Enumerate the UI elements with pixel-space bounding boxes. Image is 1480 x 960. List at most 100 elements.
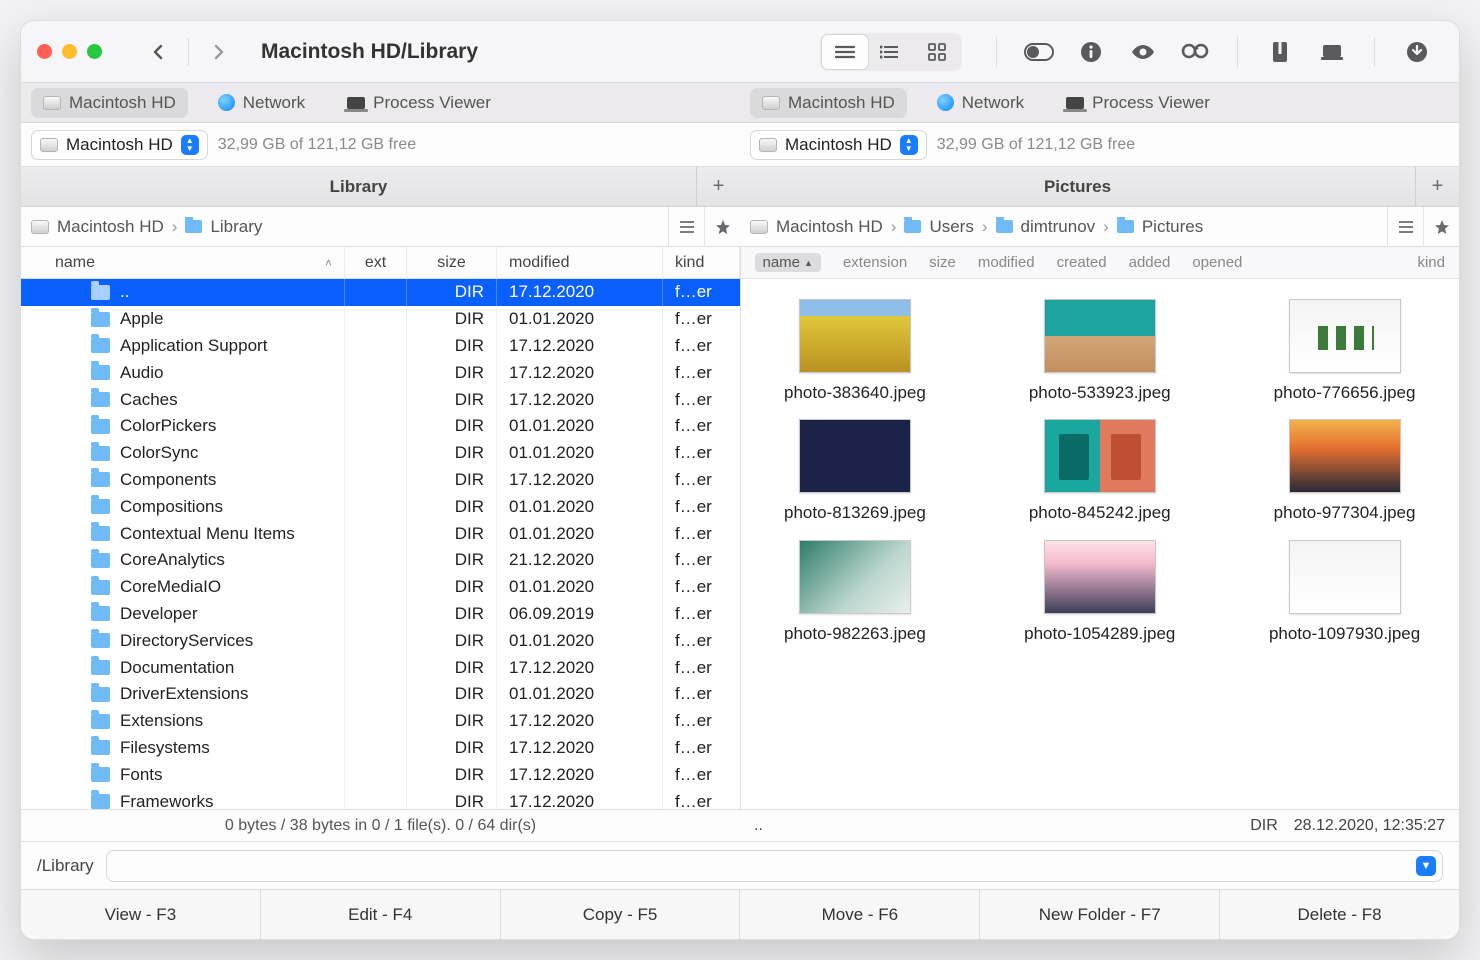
folder-icon <box>91 660 110 675</box>
table-row[interactable]: AudioDIR17.12.2020f…er <box>21 359 740 386</box>
table-row[interactable]: Contextual Menu ItemsDIR01.01.2020f…er <box>21 520 740 547</box>
fn-copy[interactable]: Copy - F5 <box>501 890 741 939</box>
sort-added[interactable]: added <box>1129 254 1171 271</box>
breadcrumb-segment[interactable]: Macintosh HD <box>57 217 164 237</box>
search-button[interactable] <box>1177 34 1213 70</box>
info-button[interactable] <box>1073 34 1109 70</box>
shelf-network-right[interactable]: Network <box>925 88 1036 118</box>
table-row[interactable]: AppleDIR01.01.2020f…er <box>21 306 740 333</box>
sort-size[interactable]: size <box>929 254 956 271</box>
grid-item[interactable]: photo-1097930.jpeg <box>1240 540 1449 644</box>
toggle-hidden-button[interactable] <box>1021 34 1057 70</box>
grid-item[interactable]: photo-533923.jpeg <box>995 299 1204 403</box>
breadcrumb-segment[interactable]: Library <box>210 217 262 237</box>
file-kind: f…er <box>675 631 712 651</box>
minimize-window-button[interactable] <box>62 44 77 59</box>
tab-left[interactable]: Library <box>21 167 696 206</box>
favorite-icon[interactable] <box>704 207 740 247</box>
sort-created[interactable]: created <box>1057 254 1107 271</box>
breadcrumb-segment[interactable]: dimtrunov <box>1021 217 1096 237</box>
command-input[interactable]: ▼ <box>106 850 1443 882</box>
breadcrumb-right[interactable]: Macintosh HD›Users›dimtrunov›Pictures <box>740 217 1387 237</box>
table-row[interactable]: ColorPickersDIR01.01.2020f…er <box>21 413 740 440</box>
table-row[interactable]: FilesystemsDIR17.12.2020f…er <box>21 735 740 762</box>
list-mode-icon[interactable] <box>1387 207 1423 247</box>
new-tab-right[interactable]: + <box>1415 167 1459 206</box>
table-row[interactable]: CachesDIR17.12.2020f…er <box>21 386 740 413</box>
grid-item[interactable]: photo-813269.jpeg <box>751 419 960 523</box>
close-window-button[interactable] <box>37 44 52 59</box>
archive-button[interactable] <box>1262 34 1298 70</box>
sort-opened[interactable]: opened <box>1192 254 1242 271</box>
grid-item[interactable]: photo-977304.jpeg <box>1240 419 1449 523</box>
breadcrumb-left[interactable]: Macintosh HD›Library <box>21 217 668 237</box>
shelf-network-left[interactable]: Network <box>206 88 317 118</box>
shelf-hd-right[interactable]: Macintosh HD <box>750 88 907 118</box>
preview-button[interactable] <box>1125 34 1161 70</box>
table-row[interactable]: ComponentsDIR17.12.2020f…er <box>21 467 740 494</box>
folder-icon <box>91 740 110 755</box>
grid-item[interactable]: photo-776656.jpeg <box>1240 299 1449 403</box>
command-path: /Library <box>37 856 94 876</box>
free-space-left: 32,99 GB of 121,12 GB free <box>218 136 416 154</box>
fn-newfolder[interactable]: New Folder - F7 <box>980 890 1220 939</box>
chevron-down-icon[interactable]: ▼ <box>1416 856 1436 876</box>
volume-selector-right[interactable]: Macintosh HD▲▼ <box>750 130 927 160</box>
grid-item-label: photo-1054289.jpeg <box>1024 624 1175 644</box>
sort-extension[interactable]: extension <box>843 254 907 271</box>
table-row[interactable]: ..DIR17.12.2020f…er <box>21 279 740 306</box>
breadcrumb-segment[interactable]: Macintosh HD <box>776 217 883 237</box>
fn-edit[interactable]: Edit - F4 <box>261 890 501 939</box>
volume-selector-left[interactable]: Macintosh HD▲▼ <box>31 130 208 160</box>
sort-kind[interactable]: kind <box>1417 254 1445 271</box>
col-ext[interactable]: ext <box>345 247 407 278</box>
sort-modified[interactable]: modified <box>978 254 1035 271</box>
shelf-hd-left[interactable]: Macintosh HD <box>31 88 188 118</box>
table-row[interactable]: DriverExtensionsDIR01.01.2020f…er <box>21 681 740 708</box>
sort-name[interactable]: name▲ <box>755 253 821 272</box>
disk-icon <box>762 96 780 110</box>
fn-delete[interactable]: Delete - F8 <box>1220 890 1459 939</box>
zoom-window-button[interactable] <box>87 44 102 59</box>
table-row[interactable]: FrameworksDIR17.12.2020f…er <box>21 788 740 809</box>
view-columns-button[interactable] <box>868 35 914 69</box>
download-button[interactable] <box>1399 34 1435 70</box>
table-row[interactable]: CoreAnalyticsDIR21.12.2020f…er <box>21 547 740 574</box>
table-row[interactable]: CoreMediaIODIR01.01.2020f…er <box>21 574 740 601</box>
fn-view[interactable]: View - F3 <box>21 890 261 939</box>
tab-right[interactable]: Pictures <box>740 167 1415 206</box>
icon-grid-area[interactable]: photo-383640.jpeg photo-533923.jpeg photo-… <box>741 279 1460 809</box>
table-row[interactable]: DocumentationDIR17.12.2020f…er <box>21 654 740 681</box>
col-modified[interactable]: modified <box>497 247 663 278</box>
nav-forward-button[interactable] <box>191 32 247 72</box>
shelf-process-right[interactable]: Process Viewer <box>1054 88 1222 118</box>
favorite-icon[interactable] <box>1423 207 1459 247</box>
view-list-button[interactable] <box>822 35 868 69</box>
table-row[interactable]: Application SupportDIR17.12.2020f…er <box>21 333 740 360</box>
share-button[interactable] <box>1314 34 1350 70</box>
shelf-process-left[interactable]: Process Viewer <box>335 88 503 118</box>
table-row[interactable]: DeveloperDIR06.09.2019f…er <box>21 601 740 628</box>
nav-back-button[interactable] <box>130 32 186 72</box>
file-list-left[interactable]: ..DIR17.12.2020f…erAppleDIR01.01.2020f…e… <box>21 279 740 809</box>
view-icons-button[interactable] <box>914 35 960 69</box>
breadcrumb-segment[interactable]: Pictures <box>1142 217 1203 237</box>
fn-move[interactable]: Move - F6 <box>740 890 980 939</box>
file-modified: 17.12.2020 <box>509 765 594 785</box>
grid-item[interactable]: photo-1054289.jpeg <box>995 540 1204 644</box>
table-row[interactable]: DirectoryServicesDIR01.01.2020f…er <box>21 627 740 654</box>
new-tab-left[interactable]: + <box>696 167 740 206</box>
table-row[interactable]: ExtensionsDIR17.12.2020f…er <box>21 708 740 735</box>
breadcrumb-segment[interactable]: Users <box>929 217 973 237</box>
list-mode-icon[interactable] <box>668 207 704 247</box>
grid-item[interactable]: photo-982263.jpeg <box>751 540 960 644</box>
grid-item[interactable]: photo-383640.jpeg <box>751 299 960 403</box>
folder-icon <box>91 338 110 353</box>
col-size[interactable]: size <box>407 247 497 278</box>
table-row[interactable]: CompositionsDIR01.01.2020f…er <box>21 493 740 520</box>
grid-item[interactable]: photo-845242.jpeg <box>995 419 1204 523</box>
table-row[interactable]: FontsDIR17.12.2020f…er <box>21 761 740 788</box>
col-name[interactable]: name˄ <box>21 247 345 278</box>
col-kind[interactable]: kind <box>663 247 740 278</box>
table-row[interactable]: ColorSyncDIR01.01.2020f…er <box>21 440 740 467</box>
